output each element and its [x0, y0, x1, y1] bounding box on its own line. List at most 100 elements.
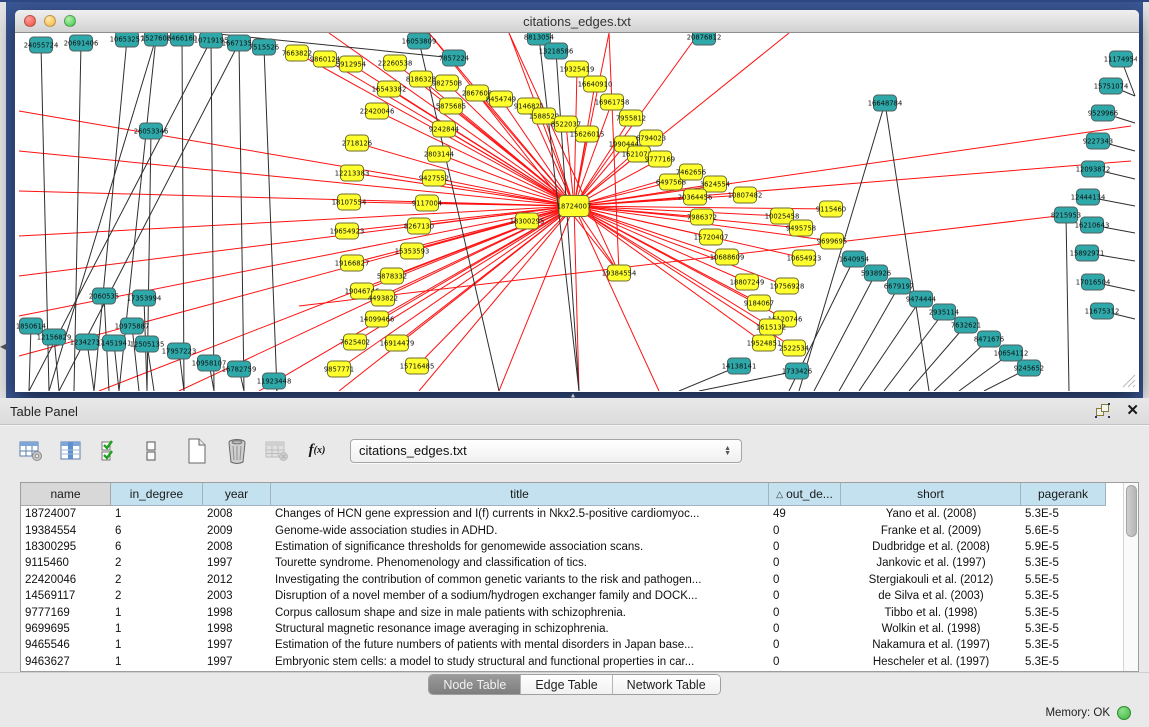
- graph-node[interactable]: 17016504: [1076, 274, 1111, 290]
- graph-node[interactable]: 1850614: [16, 318, 46, 334]
- graph-node[interactable]: 15353593: [395, 243, 430, 259]
- float-panel-icon[interactable]: [1096, 404, 1112, 418]
- graph-node[interactable]: 9699695: [817, 233, 847, 249]
- column-header-year[interactable]: year: [203, 483, 271, 506]
- graph-node[interactable]: 7462656: [676, 164, 706, 180]
- graph-node[interactable]: 12444134: [1071, 189, 1106, 205]
- column-header-indegree[interactable]: in_degree: [111, 483, 203, 506]
- graph-node[interactable]: 7857224: [439, 50, 469, 66]
- graph-node[interactable]: 2522534: [779, 340, 809, 356]
- select-columns-icon[interactable]: [58, 438, 84, 464]
- graph-node[interactable]: 8267130: [404, 218, 434, 234]
- table-settings-icon[interactable]: [18, 438, 44, 464]
- graph-node[interactable]: 18107554: [332, 194, 367, 210]
- graph-node[interactable]: 17957223: [162, 343, 197, 359]
- graph-node[interactable]: 19325419: [560, 61, 595, 77]
- graph-node[interactable]: 9857771: [324, 361, 354, 377]
- graph-node[interactable]: 5938926: [861, 265, 891, 281]
- table-vertical-scrollbar[interactable]: [1123, 483, 1138, 671]
- table-row[interactable]: 1456911722003Disruption of a novel membe…: [21, 588, 1123, 604]
- close-window-icon[interactable]: [24, 15, 36, 27]
- graph-node[interactable]: 9529966: [1088, 105, 1118, 121]
- graph-node[interactable]: 24055724: [24, 37, 59, 53]
- column-header-outde[interactable]: △out_de...: [769, 483, 841, 506]
- close-panel-icon[interactable]: ✕: [1126, 404, 1139, 418]
- graph-node[interactable]: 9827508: [432, 75, 462, 91]
- column-header-short[interactable]: short: [841, 483, 1021, 506]
- graph-node[interactable]: 9184067: [744, 295, 774, 311]
- graph-node[interactable]: 6466160: [167, 33, 197, 46]
- graph-node[interactable]: 2718126: [342, 135, 372, 151]
- graph-node[interactable]: 7515526: [249, 39, 279, 55]
- graph-node[interactable]: 26053346: [134, 123, 169, 139]
- graph-node[interactable]: 10654923: [787, 250, 822, 266]
- graph-node[interactable]: 15751074: [1094, 78, 1129, 94]
- network-canvas[interactable]: 2405572420691406106532571527602646616010…: [15, 33, 1139, 391]
- graph-node[interactable]: 18724007: [557, 196, 592, 217]
- graph-node[interactable]: 9115460: [816, 201, 846, 217]
- table-row[interactable]: 2242004622012Investigating the contribut…: [21, 572, 1123, 588]
- collapse-left-arrow-icon[interactable]: ◀: [0, 342, 6, 351]
- delete-table-icon[interactable]: [224, 438, 250, 464]
- graph-node[interactable]: 19524851: [747, 335, 782, 351]
- zoom-window-icon[interactable]: [64, 15, 76, 27]
- table-row[interactable]: 946554611997Estimation of the future num…: [21, 637, 1123, 653]
- column-header-title[interactable]: title: [271, 483, 769, 506]
- graph-node[interactable]: 10975887: [115, 318, 150, 334]
- graph-node[interactable]: 19166827: [335, 255, 370, 271]
- graph-node[interactable]: 10654112: [994, 345, 1029, 361]
- graph-node[interactable]: 9427552: [419, 170, 449, 186]
- new-table-icon[interactable]: [184, 438, 210, 464]
- table-row[interactable]: 969969511998Structural magnetic resonanc…: [21, 621, 1123, 637]
- graph-node[interactable]: 6679197: [884, 278, 914, 294]
- graph-node[interactable]: 8454749: [486, 91, 516, 107]
- graph-node[interactable]: 16782759: [222, 361, 257, 377]
- graph-node[interactable]: 5878332: [377, 268, 407, 284]
- graph-node[interactable]: 16648784: [868, 95, 903, 111]
- table-row[interactable]: 977716911998Corpus callosum shape and si…: [21, 604, 1123, 620]
- graph-node[interactable]: 2060535: [89, 288, 119, 304]
- graph-node[interactable]: 9245652: [1014, 360, 1044, 376]
- network-window-titlebar[interactable]: citations_edges.txt: [15, 10, 1139, 33]
- function-builder-icon[interactable]: f(x): [304, 438, 330, 464]
- table-row[interactable]: 911546021997Tourette syndrome. Phenomeno…: [21, 555, 1123, 571]
- graph-node[interactable]: 7632621: [951, 317, 981, 333]
- graph-node[interactable]: 11675312: [1085, 303, 1120, 319]
- graph-node[interactable]: 10653257: [110, 33, 145, 47]
- graph-node[interactable]: 9495758: [786, 220, 816, 236]
- graph-node[interactable]: 14099466: [360, 311, 395, 327]
- graph-node[interactable]: 15716485: [400, 358, 435, 374]
- column-header-pagerank[interactable]: pagerank: [1021, 483, 1106, 506]
- table-selector-dropdown[interactable]: citations_edges.txt ▲▼: [350, 439, 742, 463]
- graph-node[interactable]: 16961758: [595, 94, 630, 110]
- graph-node[interactable]: 7663822: [282, 45, 312, 61]
- graph-node[interactable]: 9117004: [412, 195, 442, 211]
- graph-node[interactable]: 16640910: [578, 76, 613, 92]
- graph-node[interactable]: 14138141: [722, 358, 757, 374]
- table-row[interactable]: 946362711997Embryonic stem cells: a mode…: [21, 654, 1123, 670]
- graph-node[interactable]: 6794023: [636, 130, 666, 146]
- scrollbar-thumb[interactable]: [1126, 485, 1137, 537]
- graph-node[interactable]: 9777169: [645, 151, 675, 167]
- graph-node[interactable]: 17353994: [127, 290, 162, 306]
- select-all-icon[interactable]: [98, 438, 124, 464]
- clear-selection-icon[interactable]: [138, 438, 164, 464]
- graph-node[interactable]: 4493822: [368, 290, 398, 306]
- graph-node[interactable]: 11174954: [1104, 51, 1137, 67]
- graph-node[interactable]: 1615132: [756, 319, 786, 335]
- graph-node[interactable]: 1733426: [782, 363, 812, 379]
- graph-node[interactable]: 9242844: [429, 121, 459, 137]
- graph-node[interactable]: 15892971: [1070, 245, 1105, 261]
- graph-node[interactable]: 9474444: [906, 291, 936, 307]
- tab-edge-table[interactable]: Edge Table: [521, 675, 612, 694]
- window-resize-grip[interactable]: [1122, 374, 1136, 388]
- graph-node[interactable]: 19756928: [770, 278, 805, 294]
- graph-node[interactable]: 8471676: [974, 331, 1004, 347]
- node-table[interactable]: namein_degreeyeartitle△out_de...shortpag…: [21, 483, 1123, 671]
- table-row[interactable]: 1938455462009Genome-wide association stu…: [21, 522, 1123, 538]
- graph-node[interactable]: 7625402: [340, 334, 370, 350]
- graph-node[interactable]: 5875685: [436, 98, 466, 114]
- tab-network-table[interactable]: Network Table: [613, 675, 720, 694]
- minimize-window-icon[interactable]: [44, 15, 56, 27]
- graph-node[interactable]: 2935114: [929, 304, 959, 320]
